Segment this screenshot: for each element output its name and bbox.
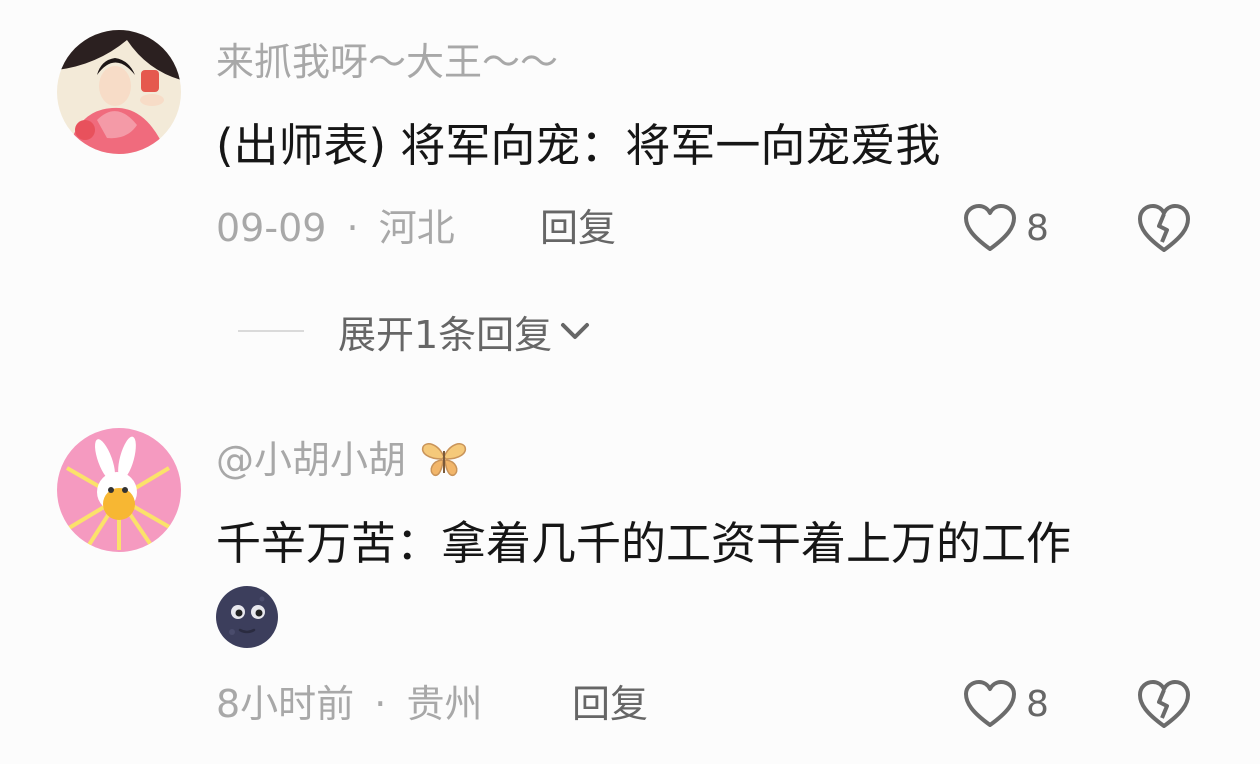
comment-date: 8小时前 bbox=[216, 682, 355, 726]
like-button[interactable]: 8 bbox=[962, 676, 1049, 732]
comment-text: 千辛万苦：拿着几千的工资干着上万的工作 bbox=[216, 517, 1072, 570]
username[interactable]: @小胡小胡 bbox=[216, 436, 468, 484]
avatar-image bbox=[57, 428, 181, 552]
comment-meta: 8小时前 · 贵州 bbox=[216, 680, 482, 728]
comment-list: 来抓我呀～大王～～ (出师表) 将军向宠：将军一向宠爱我 09-09 · 河北 … bbox=[0, 0, 1260, 764]
heart-outline-icon bbox=[964, 680, 1016, 727]
meta-separator: · bbox=[374, 682, 387, 726]
dislike-button[interactable] bbox=[1134, 676, 1194, 732]
reply-button[interactable]: 回复 bbox=[572, 680, 648, 728]
comment-location: 贵州 bbox=[406, 682, 483, 726]
new-moon-face-emoji bbox=[214, 584, 280, 650]
username-text: @小胡小胡 bbox=[216, 438, 407, 482]
comment-item: @小胡小胡 千辛万苦：拿着几千的工资干着上万的工作 8小时前 · 贵州 回复 8 bbox=[0, 0, 1260, 764]
avatar[interactable] bbox=[57, 428, 181, 552]
butterfly-icon bbox=[422, 443, 467, 477]
broken-heart-icon bbox=[1138, 680, 1190, 728]
like-count: 8 bbox=[1026, 683, 1049, 725]
